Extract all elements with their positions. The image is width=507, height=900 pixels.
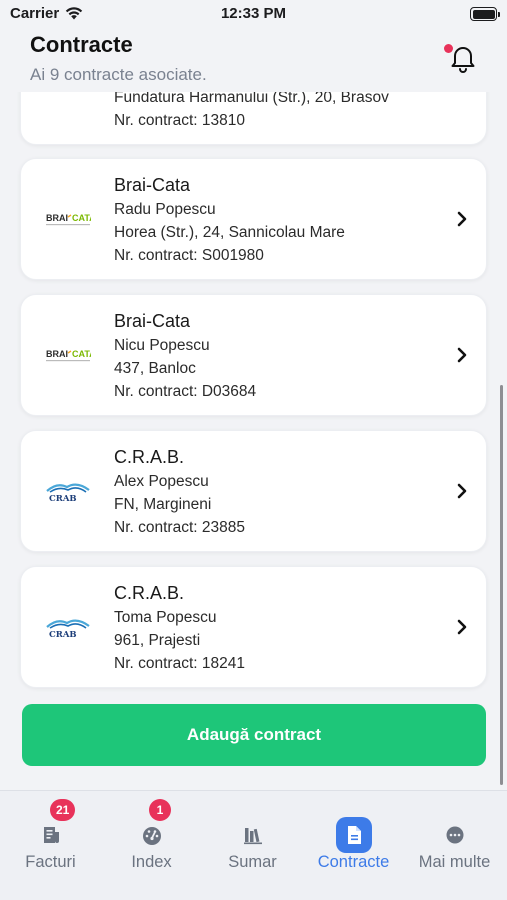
contract-card[interactable]: Fundatura Harmanului (Str.), 20, Brasov … [20, 92, 487, 145]
svg-text:CRAB: CRAB [49, 494, 77, 502]
tab-label: Index [131, 853, 172, 871]
battery-icon [470, 7, 500, 21]
contract-person: Nicu Popescu [114, 337, 210, 354]
contract-address: Horea (Str.), 24, Sannicolau Mare [114, 224, 345, 241]
chevron-right-icon [457, 347, 467, 363]
contract-card[interactable]: CRAB C.R.A.B. Toma Popescu 961, Prajesti… [20, 566, 487, 688]
crab-logo: CRAB [46, 619, 90, 638]
contract-person: Radu Popescu [114, 201, 216, 218]
bell-icon [451, 47, 475, 73]
contract-provider: C.R.A.B. [114, 583, 185, 603]
svg-text:CRAB: CRAB [49, 630, 77, 638]
status-bar: Carrier 12:33 PM [0, 0, 507, 28]
add-contract-button[interactable]: Adaugă contract [22, 704, 486, 766]
svg-text:BRAI: BRAI [46, 213, 68, 223]
tab-sumar[interactable]: Sumar [202, 791, 303, 900]
chevron-right-icon [457, 483, 467, 499]
contract-details: C.R.A.B. Toma Popescu 961, Prajesti Nr. … [114, 581, 436, 675]
contract-address: FN, Margineni [114, 496, 212, 513]
page-header: Contracte Ai 9 contracte asociate. [0, 28, 507, 92]
brai-cata-logo: BRAI CATA [46, 213, 91, 226]
page-title: Contracte [30, 32, 133, 57]
tab-bar: 21 Facturi 1 Index Sumar Contracte Mai m… [0, 790, 507, 900]
contract-person: Alex Popescu [114, 473, 209, 490]
tab-contracte[interactable]: Contracte [303, 791, 404, 900]
tab-label: Facturi [25, 853, 76, 871]
svg-text:BRAI: BRAI [46, 349, 68, 359]
contract-card[interactable]: CRAB C.R.A.B. Alex Popescu FN, Margineni… [20, 430, 487, 552]
clock: 12:33 PM [220, 5, 287, 22]
tab-label: Sumar [228, 853, 277, 871]
contract-number: Nr. contract: 18241 [114, 655, 245, 672]
invoice-icon [33, 817, 69, 853]
contract-person: Toma Popescu [114, 609, 217, 626]
brai-cata-logo: BRAI CATA [46, 349, 91, 362]
contract-details: C.R.A.B. Alex Popescu FN, Margineni Nr. … [114, 445, 436, 539]
more-icon [437, 817, 473, 853]
svg-text:CATA: CATA [72, 213, 91, 223]
tab-index[interactable]: 1 Index [101, 791, 202, 900]
svg-text:CATA: CATA [72, 349, 91, 359]
page-subtitle: Ai 9 contracte asociate. [30, 65, 207, 84]
contract-number: Nr. contract: 13810 [114, 112, 245, 129]
contract-details: Brai-Cata Radu Popescu Horea (Str.), 24,… [114, 173, 436, 267]
crab-logo: CRAB [46, 483, 90, 502]
document-icon [335, 817, 372, 853]
contracts-list[interactable]: Fundatura Harmanului (Str.), 20, Brasov … [0, 92, 507, 790]
contract-number: Nr. contract: S001980 [114, 247, 264, 264]
contract-number: Nr. contract: 23885 [114, 519, 245, 536]
tab-label: Mai multe [418, 853, 491, 871]
contract-provider: Brai-Cata [114, 175, 191, 195]
tab-facturi[interactable]: 21 Facturi [0, 791, 101, 900]
contract-details: Fundatura Harmanului (Str.), 20, Brasov … [114, 92, 436, 132]
summary-icon [235, 817, 271, 853]
contract-number: Nr. contract: D03684 [114, 383, 257, 400]
contract-address: 437, Banloc [114, 360, 196, 377]
contract-provider: Brai-Cata [114, 311, 191, 331]
contract-card[interactable]: BRAI CATA Brai-Cata Nicu Popescu 437, Ba… [20, 294, 487, 416]
contract-address: 961, Prajesti [114, 632, 201, 649]
scrollbar[interactable] [500, 385, 503, 785]
chevron-right-icon [457, 211, 467, 227]
contract-card[interactable]: BRAI CATA Brai-Cata Radu Popescu Horea (… [20, 158, 487, 280]
notification-dot [444, 44, 453, 53]
contract-details: Brai-Cata Nicu Popescu 437, Banloc Nr. c… [114, 309, 436, 403]
chevron-right-icon [457, 619, 467, 635]
tab-mai-multe[interactable]: Mai multe [404, 791, 505, 900]
gauge-icon [134, 817, 170, 853]
tab-label: Contracte [317, 853, 390, 871]
contract-provider: C.R.A.B. [114, 447, 185, 467]
contract-address: Fundatura Harmanului (Str.), 20, Brasov [114, 92, 389, 106]
notifications-button[interactable] [444, 43, 477, 73]
